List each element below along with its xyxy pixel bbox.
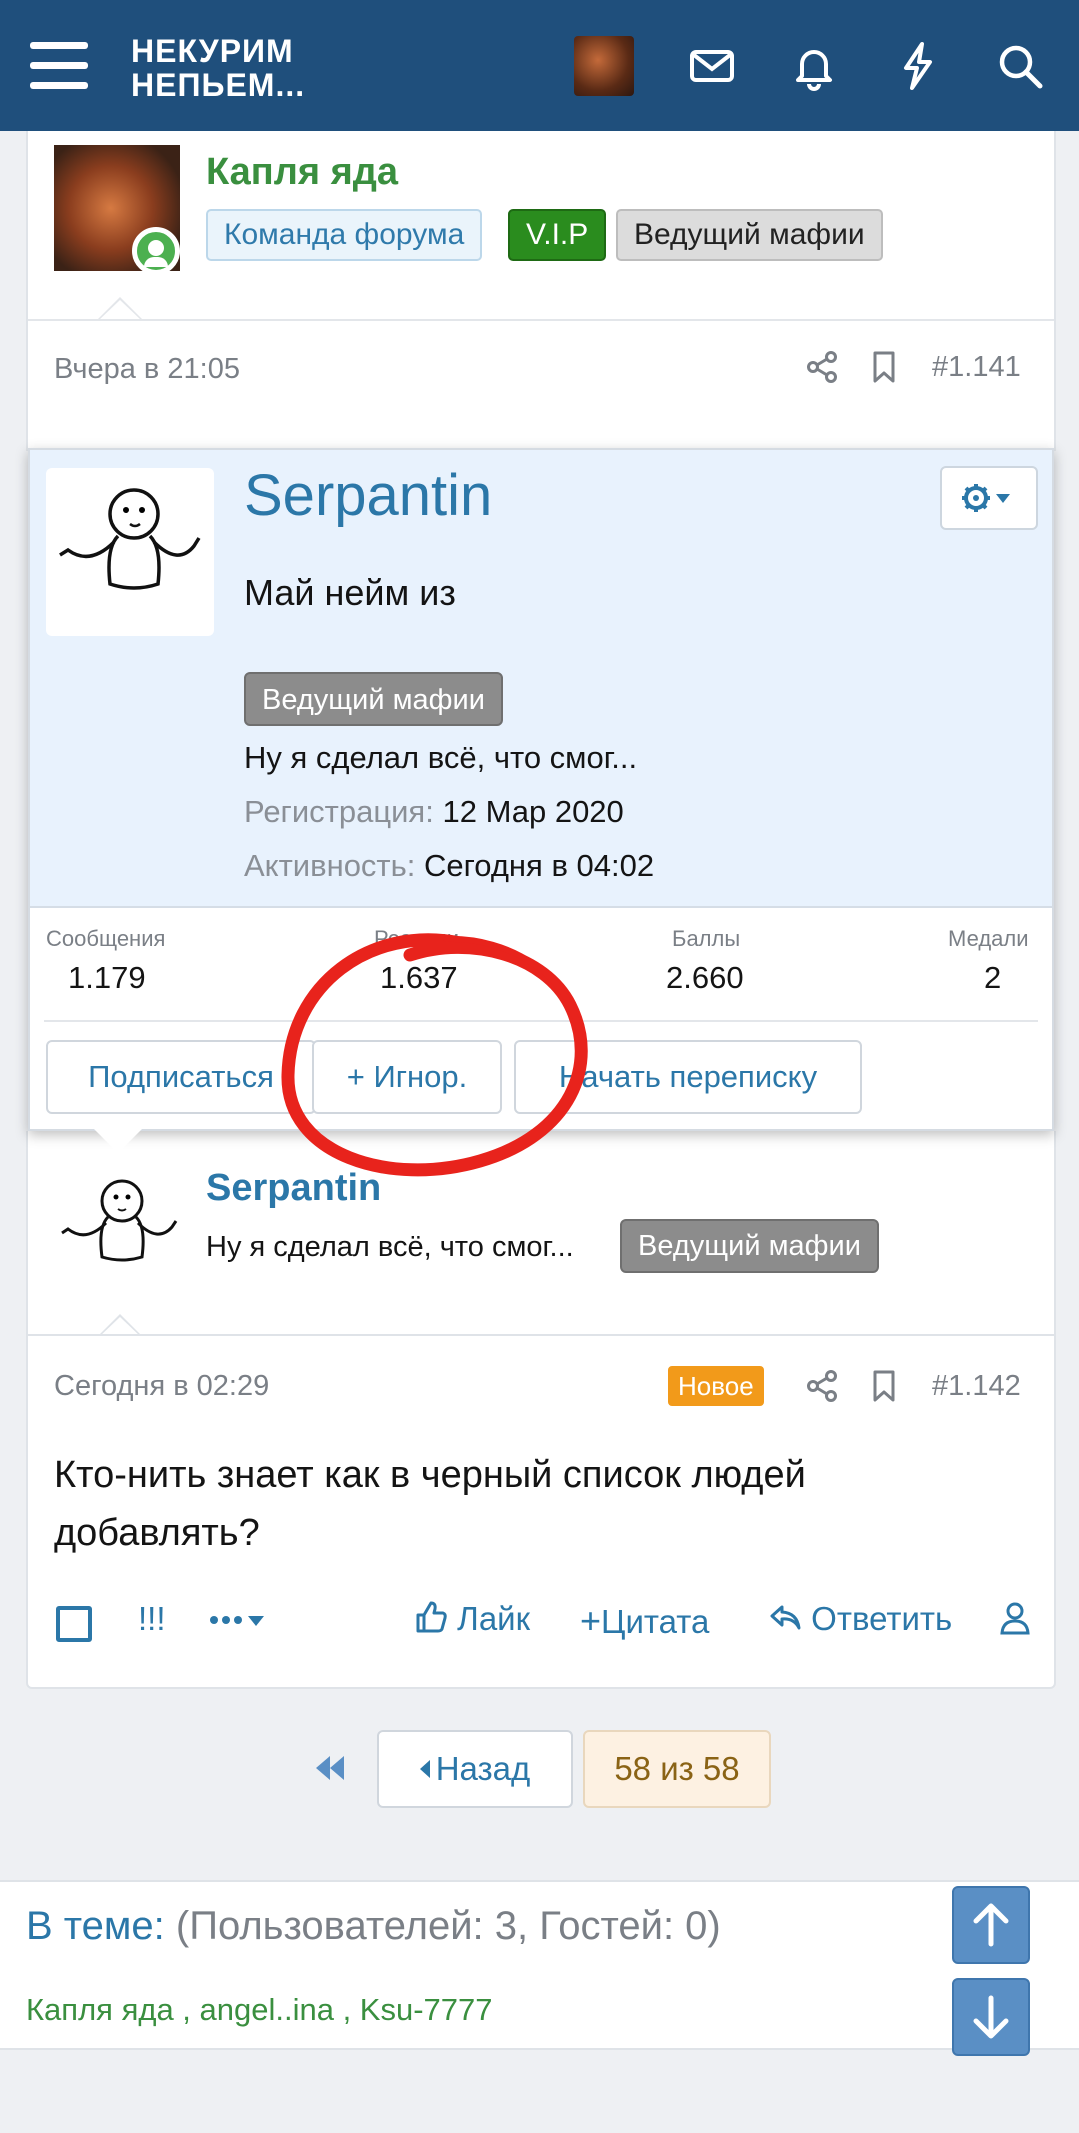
scroll-top-button[interactable] xyxy=(952,1886,1030,1964)
stat-messages-label: Сообщения xyxy=(46,926,166,951)
mail-icon[interactable] xyxy=(686,40,738,92)
member-activity: Активность: Сегодня в 04:02 xyxy=(244,848,654,884)
avatar[interactable] xyxy=(46,468,214,636)
quote-button[interactable]: +Цитата xyxy=(580,1600,709,1642)
reply-icon xyxy=(768,1600,811,1637)
post-number[interactable]: #1.142 xyxy=(932,1370,1021,1403)
post-time[interactable]: Сегодня в 02:29 xyxy=(54,1370,269,1403)
search-icon[interactable] xyxy=(994,40,1046,92)
logo-line-1: НЕКУРИМ xyxy=(131,33,294,69)
menu-icon[interactable] xyxy=(30,42,88,90)
post-time[interactable]: Вчера в 21:05 xyxy=(54,353,240,386)
user-icon[interactable] xyxy=(998,1600,1032,1644)
logo-line-2: НЕПЬЕМ... xyxy=(131,67,306,103)
user-status-text: Ну я сделал всё, что смог... xyxy=(206,1231,574,1263)
member-status: Ну я сделал всё, что смог... xyxy=(244,740,638,775)
arrow-up-icon xyxy=(973,1903,1009,1947)
site-logo[interactable]: НЕКУРИМ НЕПЬЕМ... xyxy=(131,34,305,102)
share-icon[interactable] xyxy=(804,1368,840,1404)
member-name[interactable]: Serpantin xyxy=(244,462,492,529)
like-button[interactable]: Лайк xyxy=(414,1600,530,1638)
bolt-icon[interactable] xyxy=(892,40,944,92)
post-1142: Сегодня в 02:29 Новое #1.142 Кто-нить зн… xyxy=(26,1334,1056,1689)
first-page-icon[interactable] xyxy=(312,1748,352,1788)
online-status-icon xyxy=(132,227,180,275)
post-number[interactable]: #1.141 xyxy=(932,351,1021,384)
top-navbar: НЕКУРИМ НЕПЬЕМ... xyxy=(0,0,1079,131)
chevron-left-icon xyxy=(419,1760,430,1778)
tooltip-arrow xyxy=(94,1129,142,1153)
user-banner-mafia: Ведущий мафии xyxy=(620,1219,879,1273)
reply-button[interactable]: Ответить xyxy=(768,1600,952,1638)
activity-label: Активность: xyxy=(244,848,416,883)
share-icon[interactable] xyxy=(804,349,840,385)
thread-users-counts: (Пользователей: 3, Гостей: 0) xyxy=(175,1904,721,1948)
message-pointer-fill xyxy=(98,300,142,321)
more-actions-button[interactable] xyxy=(208,1600,278,1648)
annotation-circle xyxy=(281,933,588,1177)
prev-page-label: Назад xyxy=(435,1750,531,1787)
post-body: Кто-нить знает как в черный список людей… xyxy=(54,1454,806,1554)
new-badge: Новое xyxy=(668,1366,764,1406)
reply-label: Ответить xyxy=(811,1600,953,1637)
arrow-down-icon xyxy=(973,1995,1009,2039)
avatar[interactable] xyxy=(574,36,634,96)
registration-value: 12 Мар 2020 xyxy=(442,794,624,829)
user-banner-team: Команда форума xyxy=(206,209,483,261)
stat-points-label: Баллы xyxy=(672,926,741,951)
bookmark-icon[interactable] xyxy=(866,1368,902,1404)
report-button[interactable]: !!! xyxy=(138,1600,166,1638)
bell-icon[interactable] xyxy=(788,40,840,92)
thread-users-block: В теме: (Пользователей: 3, Гостей: 0) Ка… xyxy=(0,1880,1079,2050)
bookmark-icon[interactable] xyxy=(866,349,902,385)
thumbs-up-icon xyxy=(414,1600,457,1637)
user-banner-mafia: Ведущий мафии xyxy=(244,672,503,726)
divider xyxy=(28,319,1054,321)
gear-icon xyxy=(962,484,990,512)
member-registration: Регистрация: 12 Мар 2020 xyxy=(244,794,624,830)
scroll-bottom-button[interactable] xyxy=(952,1978,1030,2056)
thread-users-label: В теме: xyxy=(26,1904,165,1948)
registration-label: Регистрация: xyxy=(244,794,434,829)
stat-messages-value[interactable]: 1.179 xyxy=(68,960,146,996)
select-checkbox[interactable] xyxy=(56,1606,92,1642)
current-page-indicator[interactable]: 58 из 58 xyxy=(583,1730,771,1808)
like-label: Лайк xyxy=(457,1600,531,1637)
avatar[interactable] xyxy=(48,1161,188,1301)
user-banner-vip: V.I.P xyxy=(508,209,607,261)
quote-label: Цитата xyxy=(601,1603,710,1640)
member-title: Май нейм из xyxy=(244,572,456,613)
plus-icon: + xyxy=(580,1600,602,1641)
activity-value: Сегодня в 04:02 xyxy=(424,848,655,883)
post-1141: Капля яда Команда форума V.I.P Ведущий м… xyxy=(26,131,1056,451)
stat-points-value[interactable]: 2.660 xyxy=(666,960,744,996)
stat-medals-label: Медали xyxy=(948,926,1029,951)
member-settings-button[interactable] xyxy=(940,466,1038,530)
post-author[interactable]: Капля яда xyxy=(206,151,398,194)
user-banner-mafia: Ведущий мафии xyxy=(616,209,883,261)
prev-page-button[interactable]: Назад xyxy=(377,1730,573,1808)
stat-medals-value[interactable]: 2 xyxy=(984,960,1001,996)
thread-users-list[interactable]: Капля яда , angel..ina , Ksu-7777 xyxy=(26,1992,493,2028)
thread-users-title: В теме: (Пользователей: 3, Гостей: 0) xyxy=(26,1904,721,1949)
